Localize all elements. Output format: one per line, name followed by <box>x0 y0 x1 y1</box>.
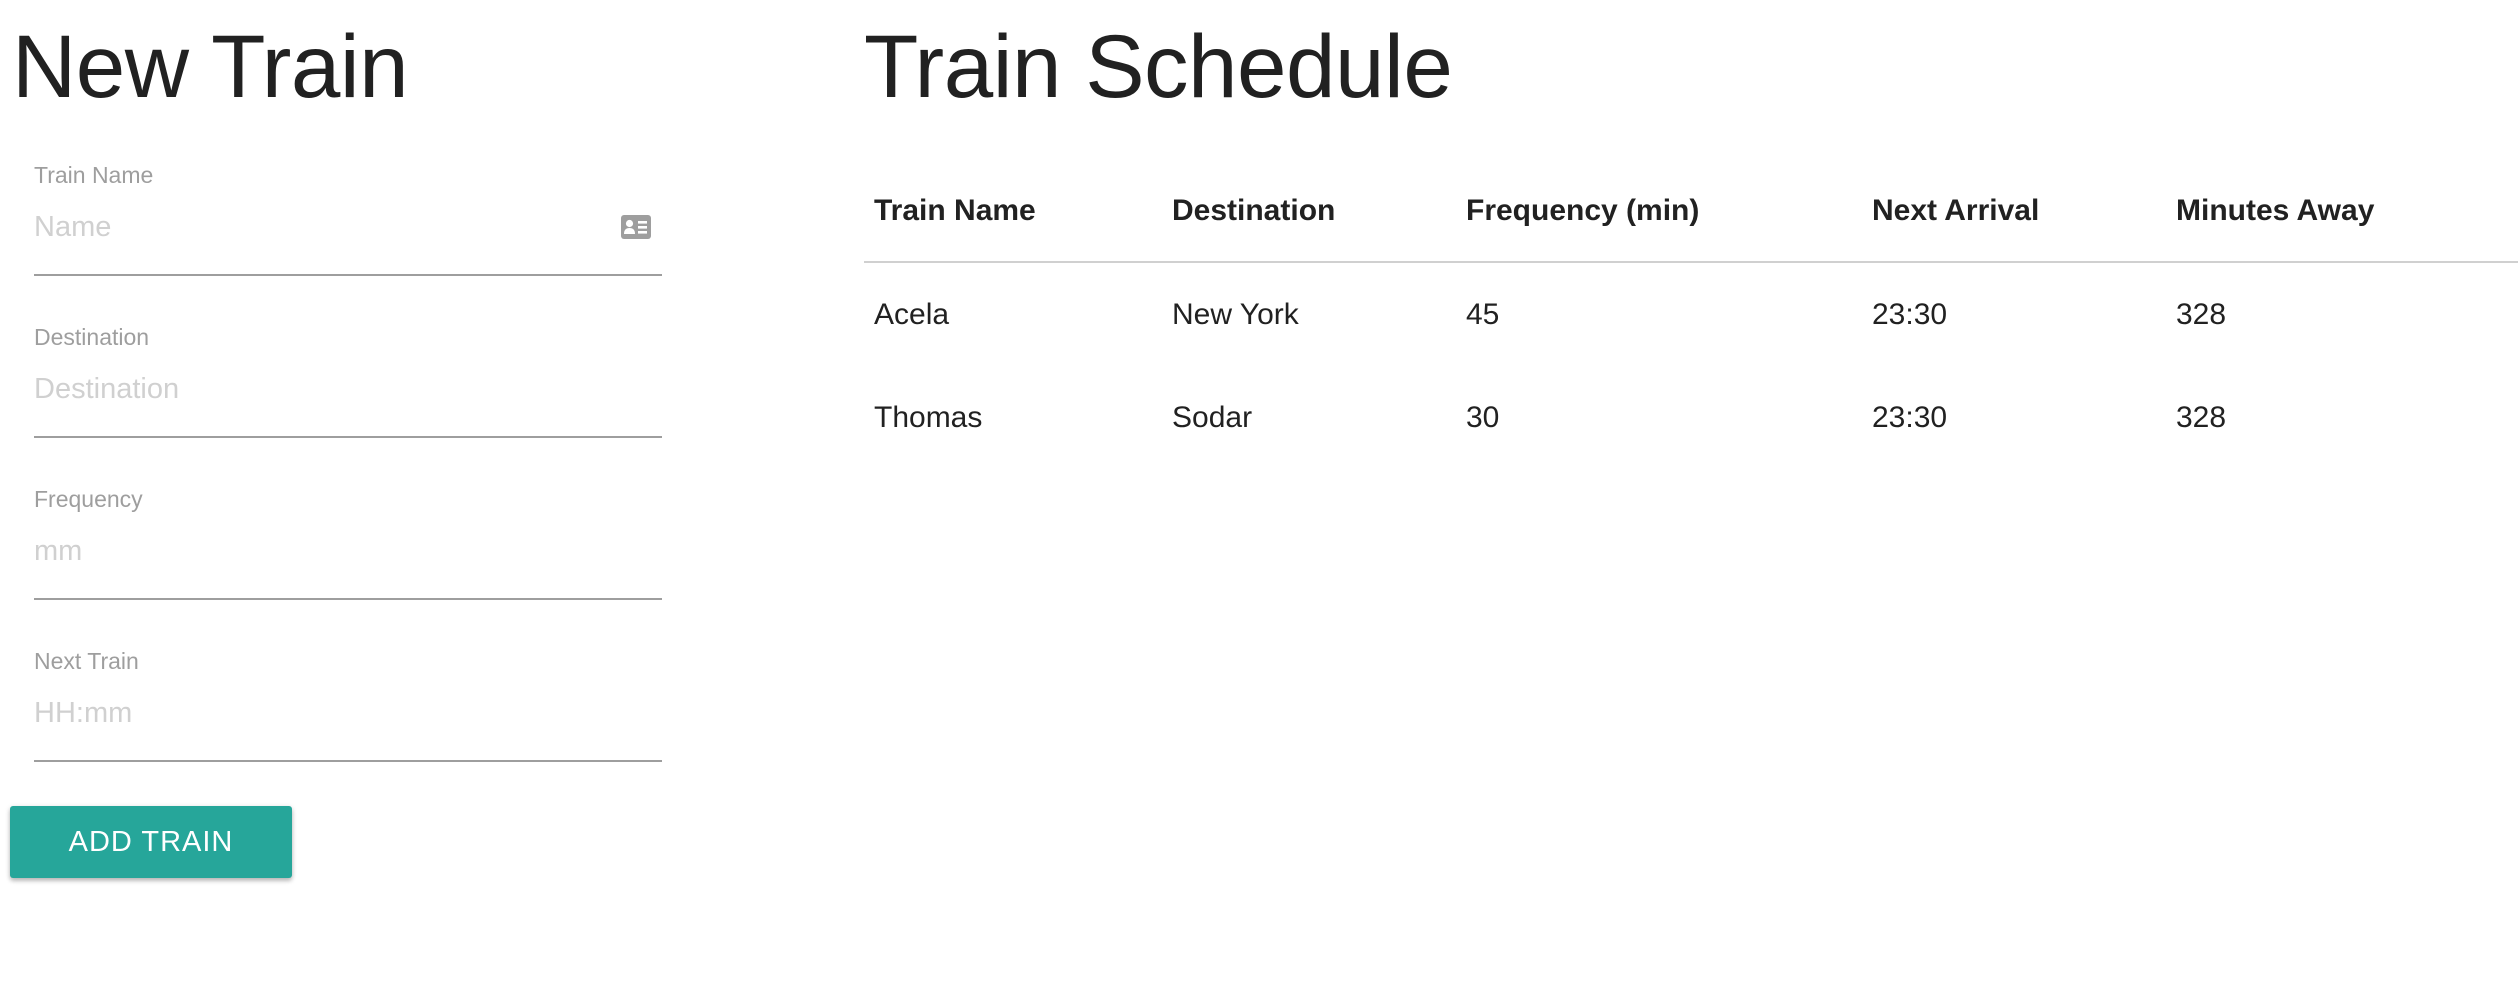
cell-next-arrival: 23:30 <box>1872 297 1948 331</box>
table-header-row: Train Name Destination Frequency (min) N… <box>864 160 2518 262</box>
contact-card-icon <box>620 214 652 240</box>
add-train-button[interactable]: ADD TRAIN <box>10 806 292 878</box>
schedule-title: Train Schedule <box>864 16 1453 116</box>
new-train-form: New Train Train Name Destination <box>0 0 680 990</box>
train-name-input[interactable] <box>34 204 594 250</box>
column-header-destination: Destination <box>1172 193 1336 227</box>
train-name-field: Train Name <box>34 162 662 282</box>
destination-underline <box>34 436 662 438</box>
schedule-table: Train Name Destination Frequency (min) N… <box>864 160 2518 470</box>
cell-train-name: Thomas <box>874 401 983 434</box>
column-header-frequency: Frequency (min) <box>1466 193 1700 227</box>
cell-next-arrival: 23:30 <box>1872 401 1948 434</box>
next-train-input[interactable] <box>34 690 594 736</box>
cell-frequency: 45 <box>1466 297 1500 331</box>
train-name-underline <box>34 274 662 276</box>
column-header-train-name: Train Name <box>874 193 1036 227</box>
cell-frequency: 30 <box>1466 401 1500 434</box>
next-train-underline <box>34 760 662 762</box>
table-row: Thomas Sodar 30 23:30 328 <box>864 366 2518 470</box>
column-header-minutes-away: Minutes Away <box>2176 193 2375 227</box>
cell-minutes-away: 328 <box>2176 297 2227 331</box>
cell-destination: New York <box>1172 297 1299 331</box>
cell-minutes-away: 328 <box>2176 401 2227 434</box>
frequency-label: Frequency <box>34 486 143 512</box>
table-row: Acela New York 45 23:30 328 <box>864 262 2518 366</box>
frequency-field: Frequency <box>34 486 662 606</box>
cell-train-name: Acela <box>874 297 950 331</box>
next-train-label: Next Train <box>34 648 139 674</box>
destination-input[interactable] <box>34 366 594 412</box>
frequency-underline <box>34 598 662 600</box>
column-header-next-arrival: Next Arrival <box>1872 193 2040 227</box>
destination-field: Destination <box>34 324 662 444</box>
frequency-input[interactable] <box>34 528 594 574</box>
cell-destination: Sodar <box>1172 401 1253 434</box>
page: New Train Train Name Destination <box>0 0 2518 990</box>
destination-label: Destination <box>34 324 150 350</box>
train-schedule: Train Schedule Train Name Destination Fr… <box>864 0 2518 990</box>
next-train-field: Next Train <box>34 648 662 768</box>
form-title: New Train <box>12 16 409 116</box>
train-name-label: Train Name <box>34 162 154 188</box>
